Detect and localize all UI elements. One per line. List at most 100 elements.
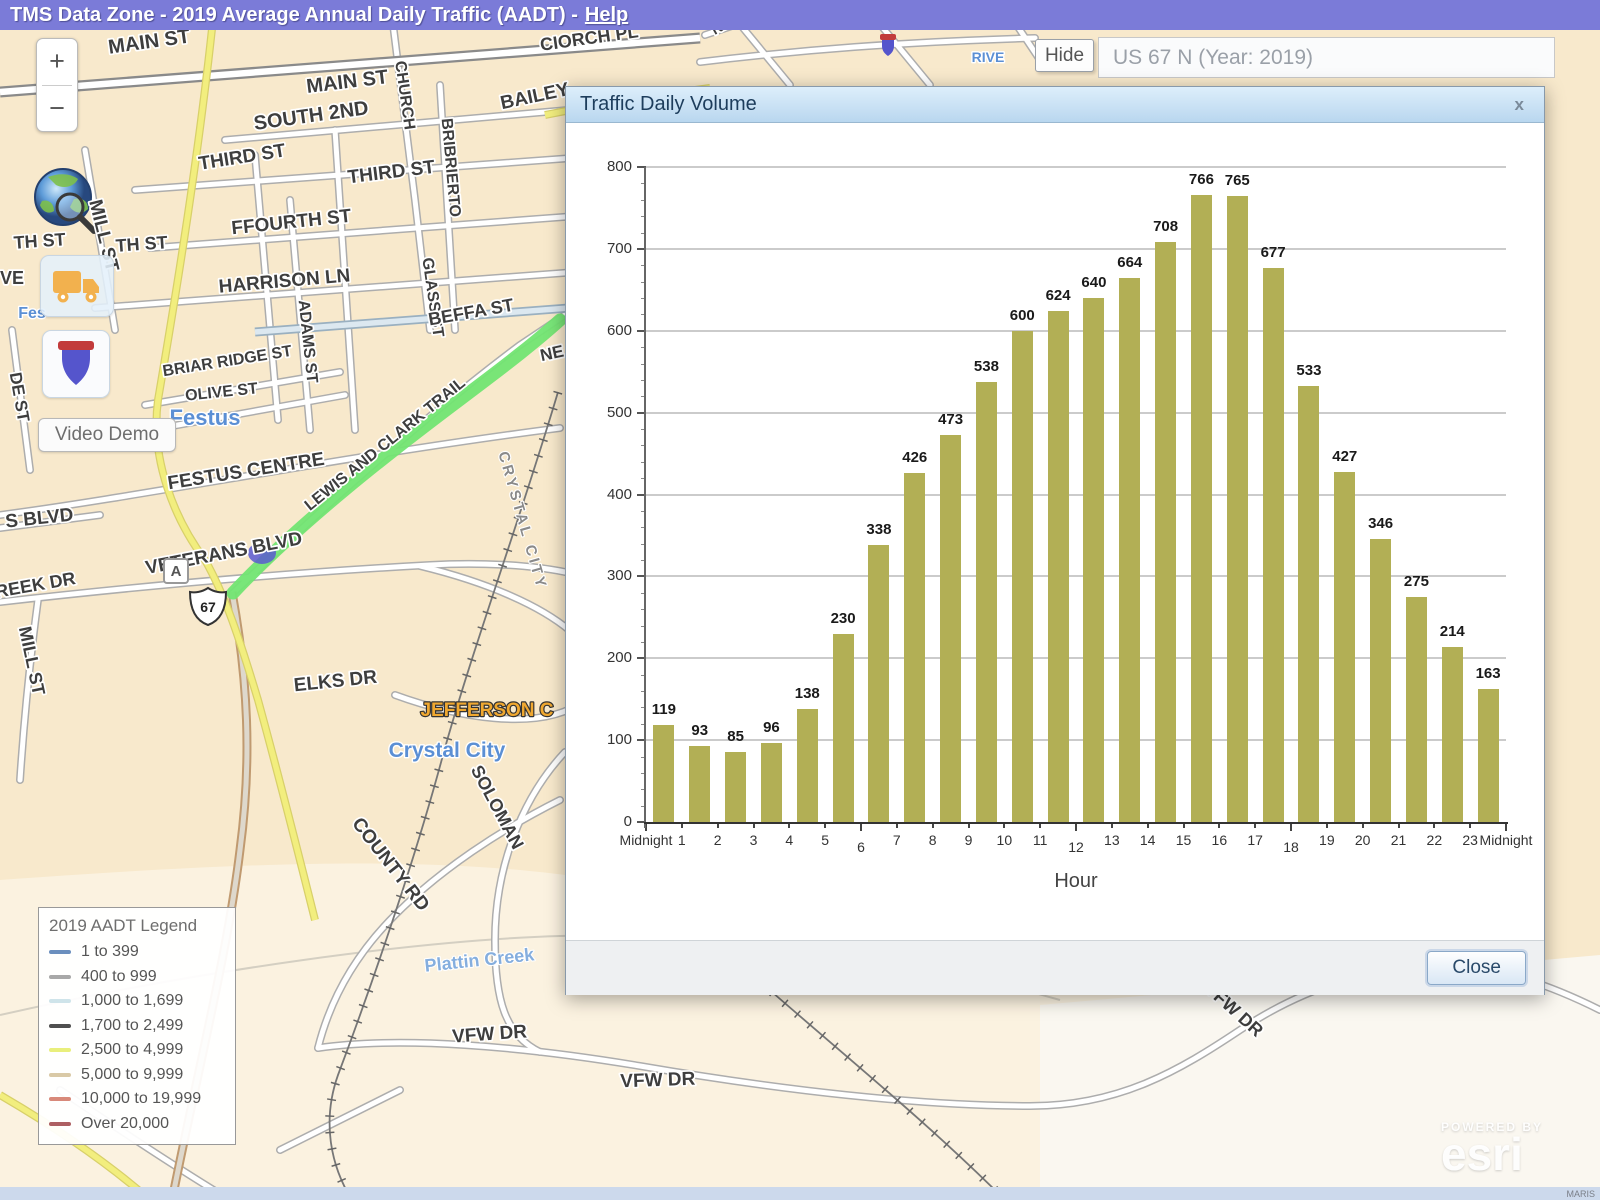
- zoom-out-button[interactable]: −: [37, 86, 77, 132]
- bar-value-label: 765: [1207, 172, 1267, 189]
- traffic-bar: [1191, 195, 1212, 822]
- y-tick-label: 100: [574, 731, 632, 748]
- x-tick: [1469, 824, 1471, 828]
- legend-item-label: 10,000 to 19,999: [81, 1090, 201, 1108]
- traffic-bar: [940, 435, 961, 822]
- y-tick-label: 500: [574, 404, 632, 421]
- x-tick: [932, 824, 934, 828]
- truck-layer-button[interactable]: [40, 255, 114, 317]
- legend-item-label: 1,000 to 1,699: [81, 992, 183, 1010]
- hide-button[interactable]: Hide: [1035, 39, 1094, 72]
- traffic-bar: [1012, 331, 1033, 822]
- traffic-bar: [725, 752, 746, 822]
- x-tick: [717, 824, 719, 828]
- traffic-bar: [653, 725, 674, 822]
- dialog-close-x[interactable]: x: [1509, 93, 1530, 117]
- bar-value-label: 426: [885, 449, 945, 466]
- map-label: VFW DR: [620, 1069, 696, 1093]
- bar-value-label: 96: [741, 719, 801, 736]
- zoom-in-button[interactable]: +: [37, 39, 77, 85]
- help-link[interactable]: Help: [585, 4, 628, 26]
- esri-watermark: POWERED BY esri: [1441, 1120, 1543, 1175]
- svg-text:67: 67: [200, 599, 216, 615]
- legend-item: 1 to 399: [47, 940, 227, 965]
- bar-value-label: 533: [1279, 362, 1339, 379]
- x-tick: [753, 824, 755, 828]
- traffic-bar: [1119, 278, 1140, 822]
- bar-value-label: 338: [849, 521, 909, 538]
- legend-title: 2019 AADT Legend: [49, 916, 227, 936]
- interstate-layer-button[interactable]: [42, 330, 110, 398]
- dialog-header[interactable]: Traffic Daily Volume x: [566, 87, 1544, 123]
- dialog-body: 0100200300400500600700800119938596138230…: [566, 123, 1544, 940]
- gridline: [646, 166, 1506, 168]
- x-tick: [1433, 824, 1435, 828]
- legend-item: Over 20,000: [47, 1112, 227, 1137]
- x-tick: [1254, 824, 1256, 828]
- bar-value-label: 119: [634, 701, 694, 718]
- y-tick-label: 200: [574, 649, 632, 666]
- legend-color-dash: [49, 1097, 71, 1101]
- x-tick: [1003, 824, 1005, 828]
- x-tick: [824, 824, 826, 828]
- legend-color-dash: [49, 1122, 71, 1126]
- legend-item-label: 1 to 399: [81, 943, 139, 961]
- traffic-bar: [904, 473, 925, 822]
- x-tick: [1075, 824, 1077, 831]
- y-tick-label: 0: [574, 813, 632, 830]
- gridline: [646, 330, 1506, 332]
- bar-value-label: 427: [1315, 448, 1375, 465]
- legend-item: 2,500 to 4,999: [47, 1038, 227, 1063]
- dialog-footer: Close: [566, 940, 1544, 995]
- bar-value-label: 138: [777, 685, 837, 702]
- x-tick: [681, 824, 683, 828]
- y-tick-label: 600: [574, 322, 632, 339]
- map-label: TH ST: [13, 229, 66, 253]
- traffic-bar-chart: 0100200300400500600700800119938596138230…: [566, 123, 1544, 940]
- aadt-legend: 2019 AADT Legend 1 to 399 400 to 999 1,000…: [38, 907, 236, 1145]
- bar-value-label: 677: [1243, 244, 1303, 261]
- map-label: Crystal City: [389, 739, 506, 762]
- tms-data-zone-app: MAIN STMAIN STSOUTH 2NDTHIRD STTHIRD STF…: [0, 0, 1600, 1200]
- legend-color-dash: [49, 1073, 71, 1077]
- map-label: RIVE: [972, 49, 1005, 65]
- bar-value-label: 600: [992, 307, 1052, 324]
- video-demo-button[interactable]: Video Demo: [38, 418, 176, 452]
- close-button[interactable]: Close: [1427, 951, 1526, 985]
- traffic-bar: [833, 634, 854, 822]
- traffic-bar: [689, 746, 710, 822]
- x-tick: [1362, 824, 1364, 828]
- x-tick: [968, 824, 970, 828]
- traffic-bar: [1227, 196, 1248, 822]
- legend-color-dash: [49, 1024, 71, 1028]
- dialog-title: Traffic Daily Volume: [580, 93, 1509, 116]
- traffic-bar: [1263, 268, 1284, 822]
- traffic-bar: [1048, 311, 1069, 822]
- x-tick: [896, 824, 898, 828]
- legend-color-dash: [49, 975, 71, 979]
- legend-item-label: Over 20,000: [81, 1115, 169, 1133]
- bottom-strip: [0, 1187, 1600, 1200]
- legend-item-label: 5,000 to 9,999: [81, 1066, 183, 1084]
- traffic-bar: [797, 709, 818, 822]
- gridline: [646, 412, 1506, 414]
- legend-item: 1,000 to 1,699: [47, 989, 227, 1014]
- x-tick: [860, 824, 862, 831]
- x-tick: [788, 824, 790, 828]
- app-title: TMS Data Zone - 2019 Average Annual Dail…: [10, 4, 578, 26]
- route-info-box: US 67 N (Year: 2019): [1098, 37, 1555, 78]
- legend-color-dash: [49, 950, 71, 954]
- x-tick: [1111, 824, 1113, 828]
- bar-value-label: 664: [1100, 254, 1160, 271]
- x-tick: [1326, 824, 1328, 828]
- legend-item-label: 2,500 to 4,999: [81, 1041, 183, 1059]
- us67-shield: 67: [188, 584, 228, 628]
- bar-value-label: 640: [1064, 274, 1124, 291]
- y-tick-label: 300: [574, 567, 632, 584]
- legend-item: 10,000 to 19,999: [47, 1087, 227, 1112]
- interstate-shield-icon: [52, 338, 100, 390]
- gridline: [646, 248, 1506, 250]
- traffic-bar: [1083, 298, 1104, 822]
- legend-item-label: 400 to 999: [81, 968, 157, 986]
- x-tick: [1505, 824, 1507, 831]
